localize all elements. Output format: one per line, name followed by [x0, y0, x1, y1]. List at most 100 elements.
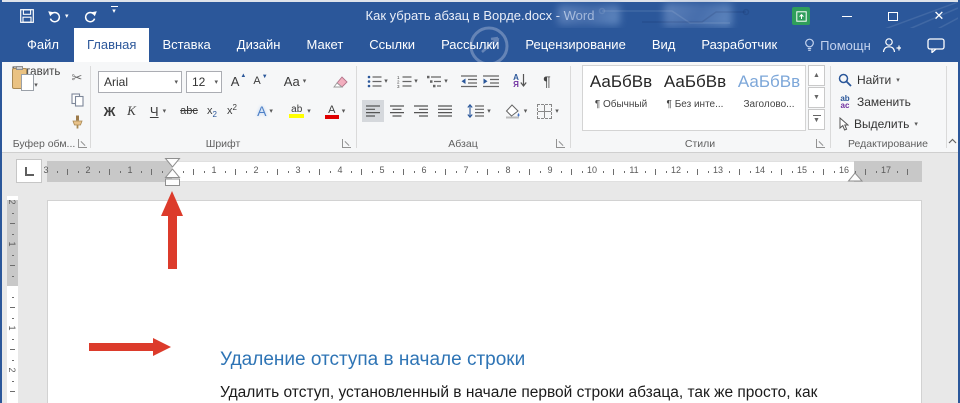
sort-button[interactable]: А Я [508, 70, 532, 92]
align-right-button[interactable] [410, 100, 432, 122]
ruler-tick [540, 171, 541, 173]
superscript-button[interactable]: x2 [222, 100, 242, 122]
redo-button[interactable] [82, 6, 98, 26]
tab-developer[interactable]: Разработчик [688, 28, 790, 62]
tab-references[interactable]: Ссылки [356, 28, 428, 62]
font-size-combo[interactable]: 12 ▾ [186, 71, 222, 93]
line-spacing-button[interactable]: ▾ [464, 100, 494, 122]
tab-mailings[interactable]: Рассылки [428, 28, 512, 62]
indent-markers[interactable] [164, 158, 181, 188]
ruler-tick [498, 171, 499, 173]
page[interactable]: Удаление отступа в начале строки Удалить… [47, 200, 922, 403]
ruler-number: 17 [881, 165, 891, 175]
ruler-tick [865, 169, 866, 175]
undo-dropdown[interactable]: ▾ [65, 13, 69, 20]
tab-view[interactable]: Вид [639, 28, 689, 62]
ruler-number: 15 [797, 165, 807, 175]
chevron-down-icon[interactable]: ▾ [174, 79, 178, 86]
ruler-number: 10 [587, 165, 597, 175]
chevron-up-icon [948, 138, 957, 144]
multilevel-list-button[interactable]: ▾ [424, 70, 451, 92]
tab-design[interactable]: Дизайн [224, 28, 294, 62]
paste-button[interactable]: Вставить ▾ [10, 66, 62, 136]
minimize-icon [842, 16, 852, 17]
ribbon: Вставить ▾ ✂ Буфер обм... Arial ▾ [2, 62, 958, 153]
style-heading1[interactable]: АаБбВв Заголово... [734, 66, 804, 124]
styles-dialog-launcher[interactable] [816, 139, 825, 148]
italic-button[interactable]: К [122, 100, 141, 122]
font-name-combo[interactable]: Arial ▾ [98, 71, 182, 93]
lightbulb-icon [804, 38, 815, 53]
minimize-button[interactable] [838, 7, 856, 25]
maximize-button[interactable] [884, 7, 902, 25]
annotation-arrow-vertical [161, 191, 183, 216]
chevron-down-icon: ▼ [813, 117, 820, 124]
replace-button[interactable]: ab ac Заменить [838, 92, 911, 112]
style-no-spacing[interactable]: АаБбВв ¶ Без инте... [660, 66, 730, 124]
text-effects-button[interactable]: А▾ [250, 100, 280, 122]
find-label: Найти [857, 73, 891, 87]
tell-me-box[interactable]: Помощн [794, 28, 881, 62]
highlight-color-button[interactable]: ab ▾ [284, 100, 316, 122]
styles-scroll-up-button[interactable]: ▲ [808, 65, 825, 86]
underline-button[interactable]: Ч▾ [144, 100, 172, 122]
ruler-tick [267, 171, 268, 173]
tab-layout[interactable]: Макет [293, 28, 356, 62]
change-case-button[interactable]: Aa▾ [280, 70, 310, 92]
undo-button[interactable]: ▾ [47, 6, 69, 26]
ruler-number: 2 [253, 165, 258, 175]
close-button[interactable]: ✕ [930, 7, 948, 25]
tab-home[interactable]: Главная [74, 28, 149, 62]
search-icon [838, 73, 852, 87]
copy-button[interactable] [66, 90, 88, 110]
share-sign-in-icon[interactable] [881, 37, 901, 53]
tab-file[interactable]: Файл [12, 28, 74, 62]
paragraph-dialog-launcher[interactable] [556, 139, 565, 148]
borders-button[interactable]: ▾ [534, 100, 562, 122]
increase-indent-button[interactable] [480, 70, 501, 92]
collapse-ribbon-button[interactable] [946, 134, 958, 148]
ruler-tick [12, 276, 14, 277]
grow-font-button[interactable]: А▲ [228, 70, 249, 92]
ribbon-display-options-button[interactable] [792, 7, 810, 25]
ruler-tick [477, 171, 478, 173]
tab-review[interactable]: Рецензирование [512, 28, 638, 62]
titlebar[interactable]: ▾ ▾ Как убрать абзац в Ворде.docx - Word [2, 0, 958, 28]
shading-button[interactable]: ▾ [502, 100, 530, 122]
styles-gallery-more-button[interactable]: ▼ [808, 109, 825, 130]
group-separator [356, 66, 357, 148]
right-indent-marker[interactable] [847, 172, 863, 182]
customize-qat-button[interactable]: ▾ [111, 6, 118, 26]
shrink-font-button[interactable]: А▼ [250, 70, 271, 92]
find-button[interactable]: Найти▾ [838, 70, 900, 90]
font-color-button[interactable]: А ▾ [320, 100, 350, 122]
tab-stop-selector[interactable] [16, 159, 42, 183]
style-normal[interactable]: АаБбВв ¶ Обычный [586, 66, 656, 124]
strikethrough-button[interactable]: abc [176, 100, 202, 122]
subscript-button[interactable]: x2 [202, 100, 222, 122]
blurred-watermark [558, 5, 620, 25]
align-left-button[interactable] [362, 100, 384, 122]
decrease-indent-button[interactable] [458, 70, 479, 92]
save-button[interactable] [20, 6, 34, 26]
bullets-button[interactable]: ▾ [364, 70, 391, 92]
font-dialog-launcher[interactable] [342, 139, 351, 148]
show-formatting-marks-button[interactable]: ¶ [536, 70, 558, 92]
justify-button[interactable] [434, 100, 456, 122]
scissors-icon: ✂ [72, 70, 83, 86]
styles-scroll-down-button[interactable]: ▼ [808, 87, 825, 108]
align-center-button[interactable] [386, 100, 408, 122]
tab-insert[interactable]: Вставка [149, 28, 223, 62]
numbering-button[interactable]: 123 ▾ [394, 70, 421, 92]
ruler-tick [456, 171, 457, 173]
hanging-indent-marker [166, 169, 180, 178]
chevron-down-icon[interactable]: ▾ [214, 79, 218, 86]
select-button[interactable]: Выделить▾ [838, 114, 918, 134]
ruler-number: 1 [7, 325, 17, 330]
bold-button[interactable]: Ж [100, 100, 119, 122]
clipboard-dialog-launcher[interactable] [78, 139, 87, 148]
comments-icon[interactable] [927, 38, 945, 53]
cut-button[interactable]: ✂ [66, 68, 88, 88]
format-painter-button[interactable] [66, 112, 88, 132]
clear-formatting-button[interactable] [328, 70, 352, 92]
